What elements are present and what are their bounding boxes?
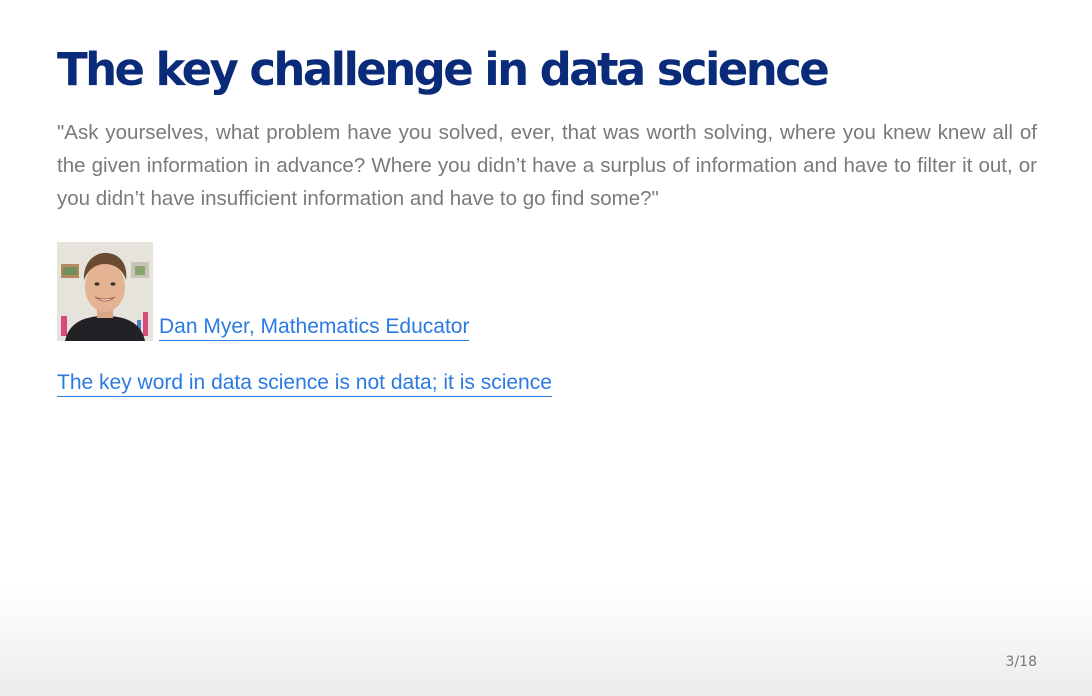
slide-title: The key challenge in data science (57, 43, 830, 96)
page-number: 3/18 (1005, 654, 1037, 670)
person-photo-icon (57, 242, 153, 341)
author-attribution: Dan Myer, Mathematics Educator (57, 237, 470, 341)
slide: The key challenge in data science "Ask y… (0, 0, 1092, 696)
quote-text: "Ask yourselves, what problem have you s… (57, 121, 1037, 210)
author-link[interactable]: Dan Myer, Mathematics Educator (159, 314, 470, 341)
key-word-link[interactable]: The key word in data science is not data… (57, 370, 552, 397)
